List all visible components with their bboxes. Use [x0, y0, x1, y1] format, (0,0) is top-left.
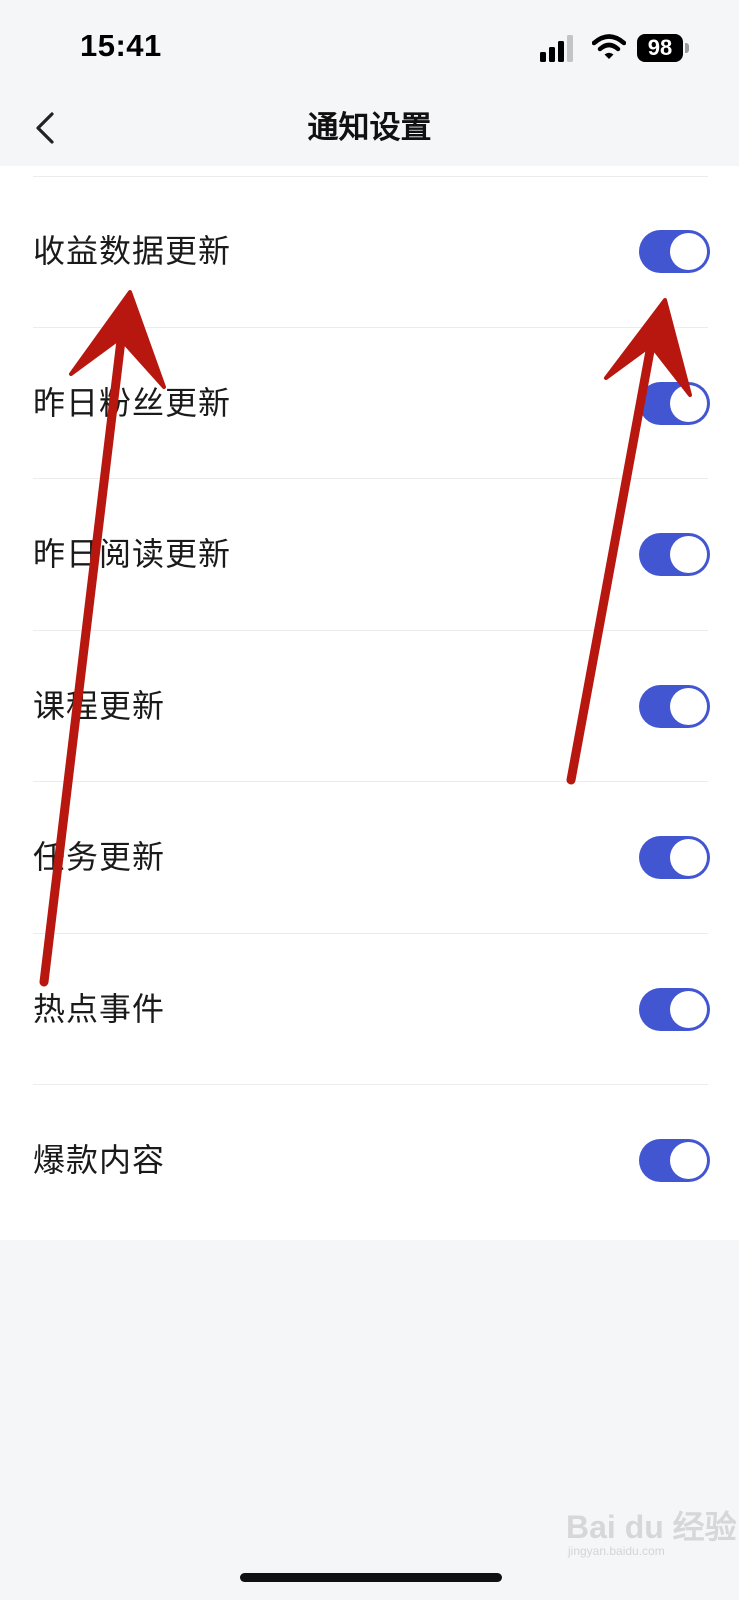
toggle-knob: [670, 990, 707, 1028]
toggle-switch[interactable]: [639, 230, 710, 273]
watermark-url: jingyan.baidu.com: [568, 1544, 665, 1558]
toggle-switch[interactable]: [639, 836, 710, 879]
toggle-switch[interactable]: [639, 381, 710, 425]
toggle-switch[interactable]: [639, 533, 710, 576]
setting-label: 昨日阅读更新: [33, 535, 232, 573]
status-time: 15:41: [80, 28, 162, 63]
setting-row-hot-events: 热点事件: [0, 934, 739, 1085]
battery-cap: [685, 43, 689, 53]
setting-label: 热点事件: [33, 989, 166, 1028]
setting-label: 收益数据更新: [33, 232, 232, 270]
setting-row-revenue-update: 收益数据更新: [0, 176, 739, 328]
signal-icon: [540, 35, 573, 62]
setting-label: 昨日粉丝更新: [33, 383, 232, 422]
back-button[interactable]: [26, 100, 72, 156]
toggle-switch[interactable]: [639, 684, 710, 728]
battery-icon: 98: [637, 34, 689, 62]
setting-row-reads-update: 昨日阅读更新: [0, 479, 739, 631]
setting-row-task-update: 任务更新: [0, 782, 739, 934]
toggle-knob: [670, 1142, 707, 1179]
watermark-logo: Bai du 经验 jingyan.baidu.com: [566, 1490, 737, 1570]
status-bar: 15:41 98: [0, 0, 739, 90]
setting-row-viral-content: 爆款内容: [0, 1085, 739, 1237]
toggle-switch[interactable]: [639, 1139, 710, 1182]
setting-row-followers-update: 昨日粉丝更新: [0, 328, 739, 479]
watermark-text: Bai du 经验: [566, 1509, 737, 1545]
setting-label: 任务更新: [33, 838, 166, 876]
toggle-knob: [670, 233, 707, 270]
setting-label: 课程更新: [33, 686, 166, 725]
page-title: 通知设置: [307, 110, 432, 146]
wifi-icon: [592, 34, 626, 59]
settings-list: 收益数据更新 昨日粉丝更新 昨日阅读更新 课程更新 任务更新 热点事件 爆款内容: [0, 166, 739, 1240]
toggle-knob: [670, 839, 707, 876]
home-indicator[interactable]: [240, 1573, 502, 1582]
toggle-switch[interactable]: [639, 987, 710, 1031]
setting-row-course-update: 课程更新: [0, 631, 739, 782]
toggle-knob: [670, 687, 707, 725]
nav-bar: 通知设置: [0, 90, 739, 166]
toggle-knob: [670, 384, 707, 422]
toggle-knob: [670, 536, 707, 573]
setting-label: 爆款内容: [33, 1141, 166, 1179]
battery-level: 98: [647, 35, 673, 60]
chevron-left-icon: [36, 112, 54, 144]
